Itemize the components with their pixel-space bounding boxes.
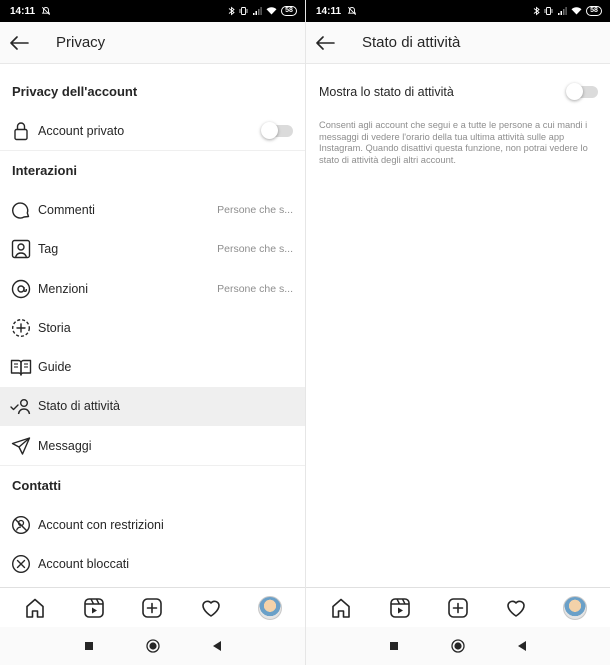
lock-icon: [10, 120, 32, 142]
activity-status-description: Consenti agli account che segui e a tutt…: [319, 120, 588, 166]
bottom-tab-bar: [306, 587, 610, 627]
top-header: Stato di attività: [306, 22, 610, 64]
account-private-toggle[interactable]: [261, 121, 293, 139]
page-title: Privacy: [56, 34, 106, 51]
activity-status-toggle[interactable]: [566, 83, 598, 100]
list-item-blocked-accounts[interactable]: Account bloccati: [0, 545, 305, 584]
list-item-mentions[interactable]: Menzioni Persone che s...: [0, 269, 305, 308]
status-time: 14:11: [10, 5, 36, 17]
blocked-x-icon: [10, 553, 32, 575]
android-nav-bar: [306, 627, 610, 665]
tag-person-icon: [10, 238, 32, 260]
guide-book-icon: [10, 356, 32, 378]
item-label: Stato di attività: [38, 399, 120, 414]
signal-icon: [557, 6, 567, 16]
restricted-account-icon: [10, 514, 32, 536]
item-value: Persone che s...: [217, 243, 293, 256]
profile-avatar[interactable]: [561, 594, 589, 622]
item-value: Persone che s...: [217, 203, 293, 216]
item-label: Storia: [38, 320, 71, 335]
status-bar: 14:11 58: [306, 0, 610, 22]
top-header: Privacy: [0, 22, 305, 64]
item-label: Menzioni: [38, 281, 89, 296]
account-private-row[interactable]: Account privato: [0, 111, 305, 150]
bluetooth-icon: [533, 6, 540, 16]
list-item-activity-status[interactable]: Stato di attività: [0, 386, 305, 427]
section-title-contacts: Contatti: [12, 478, 62, 494]
android-nav-bar: [0, 627, 305, 665]
recents-icon[interactable]: [386, 638, 402, 654]
comment-bubble-icon: [10, 199, 32, 221]
item-value: Persone che s...: [217, 282, 293, 295]
status-bar: 14:11 58: [0, 0, 305, 22]
home-icon[interactable]: [21, 594, 49, 622]
list-item-restricted-accounts[interactable]: Account con restrizioni: [0, 505, 305, 544]
bottom-tab-bar: [0, 587, 305, 627]
new-post-icon[interactable]: [444, 594, 472, 622]
at-sign-icon: [10, 278, 32, 300]
item-label: Account bloccati: [38, 557, 130, 572]
mute-notifications-icon: [347, 6, 357, 16]
activity-status-label: Mostra lo stato di attività: [319, 85, 454, 99]
vibrate-icon: [544, 6, 553, 16]
list-item-story[interactable]: Storia: [0, 308, 305, 347]
list-item-guides[interactable]: Guide: [0, 347, 305, 386]
status-time: 14:11: [316, 5, 342, 17]
battery-indicator: 58: [281, 6, 297, 16]
vibrate-icon: [239, 6, 248, 16]
wifi-icon: [571, 6, 582, 16]
signal-icon: [252, 6, 262, 16]
recents-icon[interactable]: [81, 638, 97, 654]
wifi-icon: [266, 6, 277, 16]
section-title-account: Privacy dell'account: [12, 84, 138, 99]
home-circle-icon[interactable]: [450, 638, 466, 654]
avatar: [257, 595, 282, 620]
battery-indicator: 58: [586, 6, 602, 16]
activity-status-screen: 14:11 58 Stato di attività Mostra lo sta…: [305, 0, 610, 665]
activity-heart-icon[interactable]: [197, 594, 225, 622]
reels-icon[interactable]: [386, 594, 414, 622]
list-item-messages[interactable]: Messaggi: [0, 426, 305, 465]
story-add-icon: [10, 317, 32, 339]
activity-heart-icon[interactable]: [502, 594, 530, 622]
bluetooth-icon: [228, 6, 235, 16]
activity-status-setting-row[interactable]: Mostra lo stato di attività: [306, 64, 610, 120]
list-item-comments[interactable]: Commenti Persone che s...: [0, 190, 305, 229]
page-title: Stato di attività: [362, 34, 461, 51]
home-icon[interactable]: [327, 594, 355, 622]
send-paper-plane-icon: [10, 435, 32, 457]
profile-avatar[interactable]: [256, 594, 284, 622]
avatar: [562, 595, 587, 620]
back-triangle-icon[interactable]: [514, 638, 530, 654]
back-triangle-icon[interactable]: [209, 638, 225, 654]
back-arrow-icon[interactable]: [314, 32, 336, 54]
list-item-tag[interactable]: Tag Persone che s...: [0, 230, 305, 269]
item-label: Account con restrizioni: [38, 518, 164, 533]
item-label: Guide: [38, 360, 72, 375]
privacy-screen: 14:11 58 Privacy Privacy dell'account Ac…: [0, 0, 305, 665]
activity-status-icon: [10, 395, 32, 417]
account-private-label: Account privato: [38, 123, 125, 138]
back-arrow-icon[interactable]: [8, 32, 30, 54]
new-post-icon[interactable]: [138, 594, 166, 622]
item-label: Tag: [38, 242, 59, 257]
mute-notifications-icon: [41, 6, 51, 16]
section-title-interactions: Interazioni: [12, 163, 78, 179]
home-circle-icon[interactable]: [145, 638, 161, 654]
reels-icon[interactable]: [80, 594, 108, 622]
item-label: Commenti: [38, 202, 95, 217]
item-label: Messaggi: [38, 438, 92, 453]
